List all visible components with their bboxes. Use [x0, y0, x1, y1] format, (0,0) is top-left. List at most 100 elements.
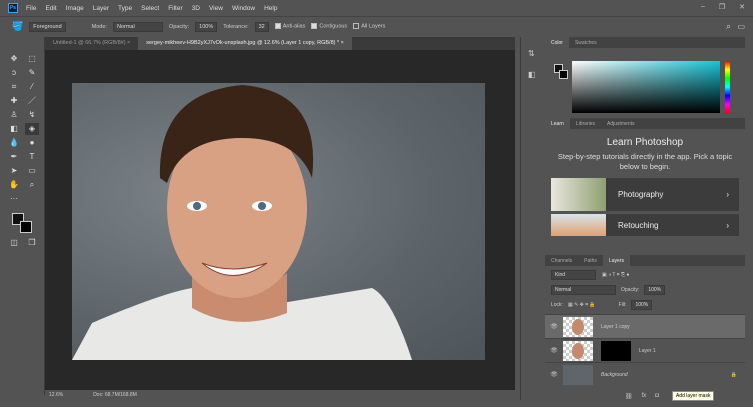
- marquee-tool-icon[interactable]: ⬚: [25, 53, 39, 65]
- zoom-tool-icon[interactable]: ⌕: [25, 179, 39, 191]
- crop-tool-icon[interactable]: ⌗: [7, 81, 21, 93]
- filter-kind-select[interactable]: Kind: [551, 270, 596, 280]
- tolerance-input[interactable]: 32: [254, 21, 269, 32]
- layer-mask-thumbnail[interactable]: [601, 340, 631, 361]
- eraser-tool-icon[interactable]: ◧: [7, 123, 21, 135]
- more-tools-icon[interactable]: ···: [7, 193, 21, 205]
- learn-title: Learn Photoshop: [606, 137, 684, 148]
- layer-thumbnail: [563, 364, 593, 385]
- opacity-input[interactable]: 100%: [195, 21, 218, 32]
- anti-alias-checkbox[interactable]: Anti-alias: [274, 23, 305, 30]
- tolerance-label: Tolerance:: [223, 23, 249, 30]
- visibility-eye-icon[interactable]: 👁: [545, 323, 563, 330]
- layer-row[interactable]: 👁 Layer 1: [545, 338, 745, 362]
- history-panel-icon[interactable]: ⇅: [528, 49, 538, 58]
- tab-adjustments[interactable]: Adjustments: [601, 118, 641, 129]
- tab-paths[interactable]: Paths: [578, 255, 603, 266]
- restore-icon[interactable]: ❐: [719, 3, 725, 11]
- menu-image[interactable]: Image: [66, 5, 84, 12]
- lasso-tool-icon[interactable]: ↄ: [7, 67, 21, 79]
- tab-libraries[interactable]: Libraries: [570, 118, 601, 129]
- add-mask-icon[interactable]: ◘: [655, 393, 659, 400]
- tab-channels[interactable]: Channels: [545, 255, 578, 266]
- tools-panel: ✥ ⬚ ↄ ✎ ⌗ ⁄ ✚ ／ ♙ ↯ ◧ ◈ 💧 ● ✒ T ➤ ▭ ✋ ⌕ …: [0, 37, 45, 395]
- fill-source-select[interactable]: Foreground: [29, 21, 66, 32]
- mode-select[interactable]: Normal: [112, 21, 163, 32]
- layer-thumbnail: [563, 340, 593, 361]
- layer-row[interactable]: 👁 Background 🔒: [545, 362, 745, 386]
- history-brush-icon[interactable]: ↯: [25, 109, 39, 121]
- panel-icon-strip: ⇅ ◧: [520, 37, 545, 400]
- menu-3d[interactable]: 3D: [192, 5, 200, 12]
- document-image[interactable]: [72, 83, 485, 360]
- minimize-icon[interactable]: –: [701, 3, 705, 11]
- pen-tool-icon[interactable]: ✒: [7, 151, 21, 163]
- menu-type[interactable]: Type: [118, 5, 132, 12]
- link-layers-icon[interactable]: ⛓: [625, 393, 633, 400]
- paint-bucket-tool-icon[interactable]: ◈: [25, 123, 39, 135]
- properties-panel-icon[interactable]: ◧: [528, 70, 538, 79]
- menu-file[interactable]: File: [26, 5, 36, 12]
- eyedropper-tool-icon[interactable]: ⁄: [25, 81, 39, 93]
- type-tool-icon[interactable]: T: [25, 151, 39, 163]
- learn-description: Step-by-step tutorials directly in the a…: [557, 152, 733, 171]
- path-select-icon[interactable]: ➤: [7, 165, 21, 177]
- move-tool-icon[interactable]: ✥: [7, 53, 21, 65]
- fx-icon[interactable]: fx: [642, 393, 647, 400]
- close-icon[interactable]: ✕: [739, 3, 745, 11]
- filter-icons[interactable]: ▣ ◑ T ⌗ ⎘ ●: [602, 272, 629, 278]
- visibility-eye-icon[interactable]: 👁: [545, 371, 563, 378]
- layer-name: Background: [601, 371, 628, 378]
- menu-edit[interactable]: Edit: [45, 5, 56, 12]
- menu-select[interactable]: Select: [141, 5, 159, 12]
- menu-window[interactable]: Window: [232, 5, 255, 12]
- visibility-eye-icon[interactable]: 👁: [545, 347, 563, 354]
- healing-tool-icon[interactable]: ✚: [7, 95, 21, 107]
- screen-mode-icon[interactable]: ❐: [25, 237, 39, 249]
- layer-name: Layer 1: [639, 347, 656, 354]
- layer-thumbnail: [563, 316, 593, 337]
- quick-select-tool-icon[interactable]: ✎: [25, 67, 39, 79]
- background-color-chip[interactable]: [559, 70, 568, 79]
- dodge-tool-icon[interactable]: ●: [25, 137, 39, 149]
- tab-layers[interactable]: Layers: [602, 255, 630, 266]
- tab-learn[interactable]: Learn: [545, 118, 570, 129]
- hand-tool-icon[interactable]: ✋: [7, 179, 21, 191]
- paint-bucket-icon[interactable]: 🪣: [12, 21, 23, 32]
- lock-icons[interactable]: ▦ ✎ ✥ ⌗ 🔒: [568, 302, 596, 308]
- tab-portrait[interactable]: sergey-mikheev-H9B2yXJ7vOk-unsplash.jpg …: [138, 37, 352, 50]
- menu-filter[interactable]: Filter: [168, 5, 182, 12]
- menu-bar: Ps File Edit Image Layer Type Select Fil…: [0, 0, 753, 16]
- brush-tool-icon[interactable]: ／: [25, 95, 39, 107]
- search-icon[interactable]: ⌕: [726, 21, 731, 32]
- workspace-icon[interactable]: ▭: [737, 22, 745, 31]
- lock-label: Lock:: [551, 302, 563, 308]
- all-layers-checkbox[interactable]: All Layers: [353, 23, 385, 30]
- learn-card-retouching[interactable]: Retouching ›: [551, 214, 739, 236]
- learn-card-photography[interactable]: Photography ›: [551, 178, 739, 211]
- stamp-tool-icon[interactable]: ♙: [7, 109, 21, 121]
- tab-untitled[interactable]: Untitled-1 @ 66.7% (RGB/8#) ×: [45, 37, 138, 50]
- rectangle-tool-icon[interactable]: ▭: [25, 165, 39, 177]
- contiguous-checkbox[interactable]: Contiguous: [311, 23, 347, 30]
- window-controls: – ❐ ✕: [701, 3, 745, 11]
- hue-slider[interactable]: [725, 61, 730, 113]
- right-panels: Color Swatches Learn Libraries Adjustments …: [545, 37, 745, 400]
- tab-swatches[interactable]: Swatches: [569, 37, 603, 48]
- fill-input[interactable]: 100%: [631, 300, 653, 310]
- learn-panel: Learn Libraries Adjustments Learn Photosho…: [545, 118, 745, 255]
- layer-opacity-input[interactable]: 100%: [644, 285, 666, 295]
- layer-row[interactable]: 👁 Layer 1 copy: [545, 314, 745, 338]
- menu-layer[interactable]: Layer: [93, 5, 109, 12]
- layer-opacity-label: Opacity:: [621, 287, 640, 293]
- mode-label: Mode:: [91, 23, 107, 30]
- color-field[interactable]: [572, 61, 720, 113]
- tab-color[interactable]: Color: [545, 37, 569, 48]
- blend-mode-select[interactable]: Normal: [551, 285, 616, 295]
- blur-tool-icon[interactable]: 💧: [7, 137, 21, 149]
- menu-view[interactable]: View: [209, 5, 223, 12]
- zoom-level[interactable]: 12.6%: [49, 392, 63, 398]
- quick-mask-icon[interactable]: ◫: [7, 237, 21, 249]
- background-color-swatch[interactable]: [20, 221, 32, 233]
- menu-help[interactable]: Help: [264, 5, 277, 12]
